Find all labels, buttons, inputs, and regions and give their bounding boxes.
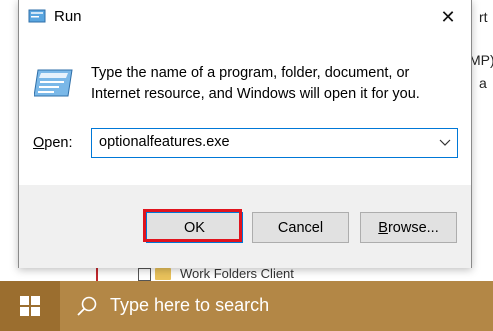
chevron-down-icon[interactable]	[439, 137, 451, 147]
run-icon	[34, 69, 73, 97]
background-text-fragment: MP)	[469, 52, 493, 68]
title-bar[interactable]: Run ✕	[19, 0, 471, 34]
dialog-title: Run	[54, 8, 82, 25]
run-app-icon	[28, 9, 46, 23]
background-text-fragment: rt	[479, 9, 488, 25]
open-input-value[interactable]: optionalfeatures.exe	[99, 134, 230, 150]
close-icon: ✕	[440, 6, 456, 27]
start-button[interactable]	[0, 281, 60, 331]
open-label-text: pen:	[44, 135, 73, 151]
taskbar: Type here to search	[0, 281, 493, 331]
search-placeholder: Type here to search	[110, 295, 270, 315]
folder-icon	[155, 268, 171, 280]
windows-logo-icon	[20, 296, 40, 316]
background-feature-label: Work Folders Client	[180, 266, 294, 281]
browse-accelerator: B	[378, 219, 388, 236]
close-button[interactable]: ✕	[425, 0, 471, 34]
open-label: Open:	[33, 135, 73, 151]
browse-label: rowse...	[387, 219, 439, 236]
taskbar-search-box[interactable]: Type here to search	[60, 281, 493, 331]
run-dialog: Run ✕ Type the name of a program, folder…	[18, 0, 472, 268]
dialog-description: Type the name of a program, folder, docu…	[91, 65, 420, 102]
open-combobox[interactable]: optionalfeatures.exe	[91, 128, 458, 158]
ok-button[interactable]: OK	[146, 212, 243, 243]
background-text-fragment: a	[479, 75, 487, 91]
background-feature-checkbox[interactable]	[138, 268, 151, 281]
browse-button[interactable]: Browse...	[360, 212, 457, 243]
search-icon	[77, 296, 97, 316]
cancel-button[interactable]: Cancel	[252, 212, 349, 243]
open-label-accelerator: O	[33, 135, 45, 151]
